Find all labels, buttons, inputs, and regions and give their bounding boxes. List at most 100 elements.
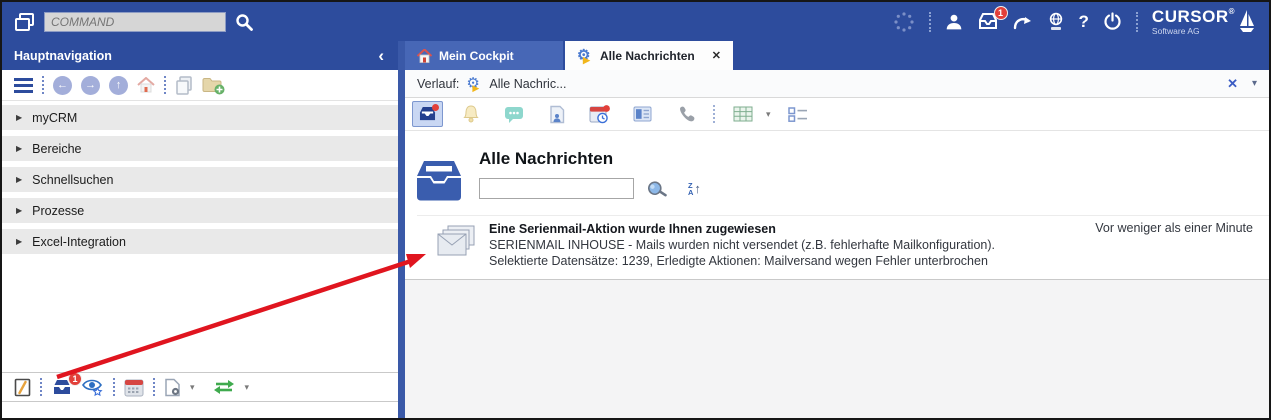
history-bar: Verlauf: ⚙ ▶ Alle Nachric... ✕ ▾ — [405, 70, 1269, 98]
tab-alle-nachrichten[interactable]: ⚙ ▶ Alle Nachrichten ✕ — [565, 41, 733, 70]
main-panel: Verlauf: ⚙ ▶ Alle Nachric... ✕ ▾ — [405, 70, 1269, 418]
logo-subtitle: Software AG — [1152, 27, 1235, 36]
sidebar-title: Hauptnavigation — [2, 49, 112, 63]
form-layout-icon[interactable] — [783, 101, 814, 127]
command-input[interactable] — [44, 12, 226, 32]
expand-icon: ▶ — [16, 113, 22, 122]
gear-arrow-icon: ⚙ ▶ — [577, 48, 593, 64]
sidebar-menu: ▶ myCRM ▶ Bereiche ▶ Schnellsuchen ▶ Pro… — [2, 101, 398, 254]
redo-icon[interactable] — [1013, 14, 1033, 30]
reminders-bell-icon[interactable] — [455, 101, 486, 127]
history-label: Verlauf: — [417, 77, 459, 91]
toolbar-separator — [42, 76, 44, 94]
topbar-separator — [929, 12, 931, 32]
expand-icon: ▶ — [16, 175, 22, 184]
envelopes-stack-icon — [437, 225, 475, 269]
caret-down-icon[interactable]: ▾ — [245, 382, 250, 393]
inbox-large-icon — [417, 161, 461, 201]
message-search-input[interactable] — [479, 178, 634, 199]
message-list-item[interactable]: Eine Serienmail-Aktion wurde Ihnen zugew… — [417, 215, 1269, 279]
cursor-logo: CURSOR® Software AG — [1152, 8, 1255, 36]
sidebar-toolbar: ← → ↑ — [2, 70, 398, 101]
sidebar-item-label: Bereiche — [32, 142, 81, 156]
phone-icon[interactable] — [670, 101, 701, 127]
sync-icon[interactable] — [212, 379, 236, 395]
collapse-sidebar-icon[interactable]: ‹ — [378, 47, 398, 64]
nav-up-button[interactable]: ↑ — [109, 76, 128, 95]
sidebar-bottom-toolbar: 1 ▾ ▾ — [2, 372, 398, 402]
toolbar-separator — [153, 378, 155, 396]
table-view-icon[interactable] — [727, 101, 758, 127]
sidebar-item-mycrm[interactable]: ▶ myCRM — [2, 105, 398, 130]
sort-icon[interactable]: ZA ↑ — [688, 182, 701, 196]
calendar-clock-icon[interactable] — [584, 101, 615, 127]
message-timestamp: Vor weniger als einer Minute — [1095, 221, 1253, 269]
sidebar-item-label: myCRM — [32, 111, 77, 125]
message-title: Eine Serienmail-Aktion wurde Ihnen zugew… — [489, 221, 995, 237]
toolbar-separator — [40, 378, 42, 396]
panel-divider[interactable] — [398, 41, 405, 418]
sidebar-item-label: Schnellsuchen — [32, 173, 113, 187]
page-title: Alle Nachrichten — [479, 149, 701, 169]
tab-close-icon[interactable]: ✕ — [712, 49, 721, 62]
sailboat-icon — [1239, 9, 1255, 35]
user-icon[interactable] — [945, 13, 963, 31]
command-search-icon[interactable] — [234, 12, 254, 32]
tab-mein-cockpit[interactable]: Mein Cockpit — [405, 41, 563, 70]
sidebar-header: Hauptnavigation ‹ — [2, 41, 398, 70]
topbar-actions: 1 ? CURSOR® Software AG — [893, 8, 1269, 36]
caret-down-icon[interactable]: ▾ — [766, 109, 771, 120]
caret-down-icon[interactable]: ▾ — [190, 382, 195, 393]
toolbar-separator — [164, 76, 166, 94]
top-bar: 1 ? CURSOR® Software AG — [2, 2, 1269, 41]
sidebar-item-excel-integration[interactable]: ▶ Excel-Integration — [2, 229, 398, 254]
message-line2: Selektierte Datensätze: 1239, Erledigte … — [489, 253, 995, 269]
app-window: 1 ? CURSOR® Software AG — [0, 0, 1271, 420]
notes-edit-icon[interactable] — [14, 378, 31, 397]
contact-document-icon[interactable] — [541, 101, 572, 127]
nav-back-button[interactable]: ← — [53, 76, 72, 95]
history-caret-icon[interactable]: ▾ — [1252, 78, 1257, 89]
copy-pages-icon[interactable] — [175, 76, 193, 95]
menu-icon[interactable] — [14, 78, 33, 93]
sidebar-item-label: Prozesse — [32, 204, 84, 218]
sidebar: ← → ↑ ▶ myCRM ▶ Bereiche — [2, 70, 398, 418]
messages-tool-icon[interactable] — [412, 101, 443, 127]
tab-label: Alle Nachrichten — [600, 49, 695, 63]
folder-add-icon[interactable] — [202, 77, 222, 93]
expand-icon: ▶ — [16, 237, 22, 246]
news-window-icon[interactable] — [627, 101, 658, 127]
nav-forward-button[interactable]: → — [81, 76, 100, 95]
inbox-messages-icon[interactable]: 1 — [51, 379, 73, 396]
document-settings-icon[interactable] — [164, 378, 181, 397]
home-muted-icon[interactable] — [137, 77, 155, 93]
expand-icon: ▶ — [16, 206, 22, 215]
chat-tool-icon[interactable] — [498, 101, 529, 127]
windows-stack-icon[interactable] — [14, 12, 36, 32]
web-access-icon[interactable] — [1047, 12, 1065, 32]
clear-history-icon[interactable]: ✕ — [1227, 76, 1238, 92]
history-item[interactable]: Alle Nachric... — [489, 77, 566, 91]
help-icon[interactable]: ? — [1079, 12, 1089, 32]
notifications-inbox-icon[interactable]: 1 — [977, 13, 999, 30]
watch-favorites-icon[interactable] — [82, 377, 104, 397]
sidebar-item-schnellsuchen[interactable]: ▶ Schnellsuchen — [2, 167, 398, 192]
main-toolbar: ▾ — [405, 98, 1269, 131]
home-icon — [417, 49, 432, 63]
messages-panel: Alle Nachrichten ZA ↑ — [405, 131, 1269, 280]
topbar-separator — [1136, 12, 1138, 32]
command-area — [2, 12, 254, 32]
sidebar-item-label: Excel-Integration — [32, 235, 126, 249]
tab-label: Mein Cockpit — [439, 49, 514, 63]
power-icon[interactable] — [1103, 12, 1122, 31]
expand-icon: ▶ — [16, 144, 22, 153]
logo-name: CURSOR® — [1152, 7, 1235, 26]
toolbar-separator — [713, 105, 715, 123]
gear-arrow-icon: ⚙ ▶ — [466, 76, 482, 92]
spinner-icon — [893, 11, 915, 33]
toolbar-separator — [113, 378, 115, 396]
search-icon[interactable] — [646, 179, 666, 199]
calendar-icon[interactable] — [124, 378, 144, 397]
sidebar-item-bereiche[interactable]: ▶ Bereiche — [2, 136, 398, 161]
sidebar-item-prozesse[interactable]: ▶ Prozesse — [2, 198, 398, 223]
